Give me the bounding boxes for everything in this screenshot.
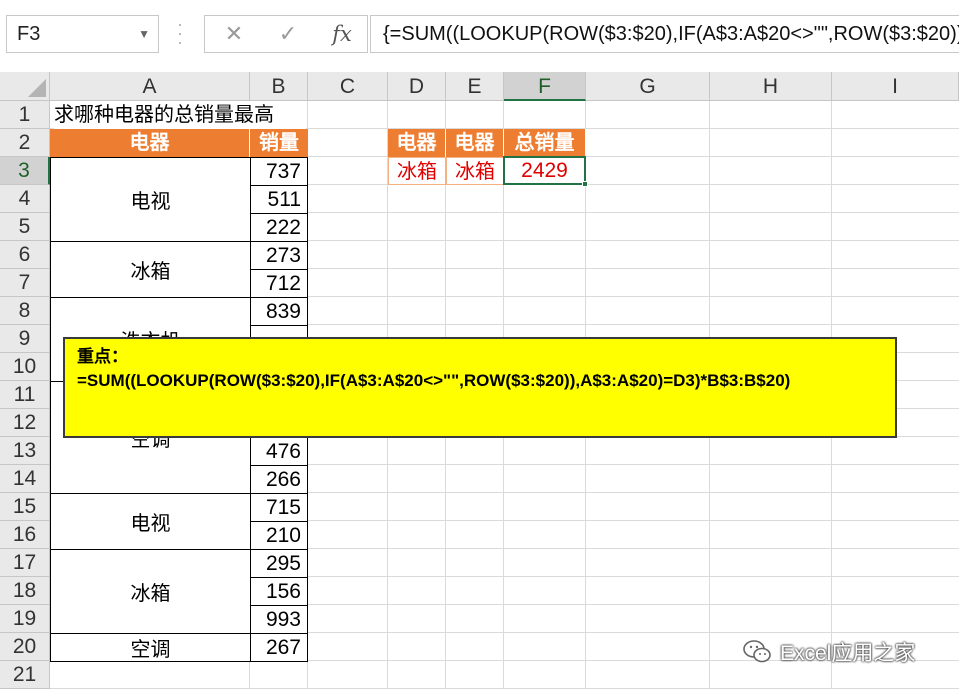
merged-cell-appliance[interactable]: 电视	[50, 493, 251, 550]
sales-cell[interactable]: 267	[250, 633, 308, 662]
sales-cell[interactable]: 712	[250, 269, 308, 298]
row-header-15[interactable]: 15	[0, 493, 50, 521]
merged-cell-appliance[interactable]: 冰箱	[50, 241, 251, 298]
sales-cell[interactable]: 476	[250, 437, 308, 466]
header-cell-appliance[interactable]: 电器	[50, 129, 250, 157]
wechat-icon	[743, 640, 771, 663]
row-header-16[interactable]: 16	[0, 521, 50, 549]
row-header-6[interactable]: 6	[0, 241, 50, 269]
result-cell-e3[interactable]: 冰箱	[446, 157, 504, 185]
row-header-11[interactable]: 11	[0, 381, 50, 409]
name-box[interactable]: F3 ▼	[6, 15, 159, 53]
result-header-header_e[interactable]: 电器	[446, 129, 504, 157]
row-header-13[interactable]: 13	[0, 437, 50, 465]
enter-icon[interactable]: ✓	[275, 20, 301, 48]
row-header-14[interactable]: 14	[0, 465, 50, 493]
highlight-callout: 重点： =SUM((LOOKUP(ROW($3:$20),IF(A$3:A$20…	[63, 337, 897, 438]
merged-cell-appliance[interactable]: 冰箱	[50, 549, 251, 634]
row-header-10[interactable]: 10	[0, 353, 50, 381]
insert-function-icon[interactable]: fx	[327, 20, 357, 48]
sales-cell[interactable]: 511	[250, 185, 308, 214]
sales-cell[interactable]: 210	[250, 521, 308, 550]
column-header-b[interactable]: B	[250, 72, 308, 101]
cancel-icon[interactable]: ✕	[221, 20, 247, 48]
column-header-g[interactable]: G	[586, 72, 710, 101]
row-header-2[interactable]: 2	[0, 129, 50, 157]
sales-cell[interactable]: 222	[250, 213, 308, 242]
select-all-icon	[28, 79, 46, 97]
drag-handle-icon[interactable]: · · ·	[176, 15, 184, 51]
row-header-19[interactable]: 19	[0, 605, 50, 633]
formula-buttons: ✕ ✓ fx	[204, 15, 368, 53]
watermark-text: Excel应用之家	[780, 642, 916, 665]
gridline	[50, 688, 959, 689]
formula-input[interactable]: {=SUM((LOOKUP(ROW($3:$20),IF(A$3:A$20<>"…	[370, 15, 959, 53]
row-header-18[interactable]: 18	[0, 577, 50, 605]
chevron-down-icon[interactable]: ▼	[138, 16, 150, 52]
row-header-7[interactable]: 7	[0, 269, 50, 297]
result-header-header_d[interactable]: 电器	[388, 129, 446, 157]
row-header-12[interactable]: 12	[0, 409, 50, 437]
selected-cell-f3[interactable]: 2429	[503, 156, 586, 185]
header-cell-sales[interactable]: 销量	[250, 129, 308, 157]
row-header-21[interactable]: 21	[0, 661, 50, 689]
row-header-5[interactable]: 5	[0, 213, 50, 241]
sales-cell[interactable]: 295	[250, 549, 308, 578]
fill-handle[interactable]	[582, 181, 588, 187]
sales-cell[interactable]: 715	[250, 493, 308, 522]
sales-cell[interactable]: 273	[250, 241, 308, 270]
sales-cell[interactable]: 737	[250, 157, 308, 186]
row-header-1[interactable]: 1	[0, 101, 50, 129]
result-header-header_f[interactable]: 总销量	[504, 129, 586, 157]
sales-cell[interactable]: 839	[250, 297, 308, 326]
callout-heading: 重点：	[77, 347, 128, 366]
row-header-20[interactable]: 20	[0, 633, 50, 661]
sales-cell[interactable]: 156	[250, 577, 308, 606]
column-header-a[interactable]: A	[50, 72, 250, 101]
column-header-f[interactable]: F	[504, 72, 586, 101]
formula-bar-area: F3 ▼ · · · ✕ ✓ fx {=SUM((LOOKUP(ROW($3:$20…	[0, 0, 959, 70]
row-header-3[interactable]: 3	[0, 157, 50, 185]
merged-cell-appliance[interactable]: 电视	[50, 157, 251, 242]
watermark: Excel应用之家	[742, 636, 942, 668]
row-header-9[interactable]: 9	[0, 325, 50, 353]
select-all-button[interactable]	[0, 72, 50, 101]
column-header-h[interactable]: H	[710, 72, 832, 101]
row-header-8[interactable]: 8	[0, 297, 50, 325]
sales-cell[interactable]: 266	[250, 465, 308, 494]
sales-cell[interactable]: 993	[250, 605, 308, 634]
callout-text: =SUM((LOOKUP(ROW($3:$20),IF(A$3:A$20<>""…	[77, 371, 791, 390]
row-header-17[interactable]: 17	[0, 549, 50, 577]
column-header-c[interactable]: C	[308, 72, 388, 101]
name-box-value: F3	[17, 23, 41, 45]
result-cell-d3[interactable]: 冰箱	[388, 157, 446, 185]
column-header-d[interactable]: D	[388, 72, 446, 101]
column-header-i[interactable]: I	[832, 72, 959, 101]
merged-cell-appliance[interactable]: 空调	[50, 633, 251, 662]
row-header-4[interactable]: 4	[0, 185, 50, 213]
sheet-title-cell[interactable]: 求哪种电器的总销量最高	[54, 101, 306, 129]
column-header-e[interactable]: E	[446, 72, 504, 101]
